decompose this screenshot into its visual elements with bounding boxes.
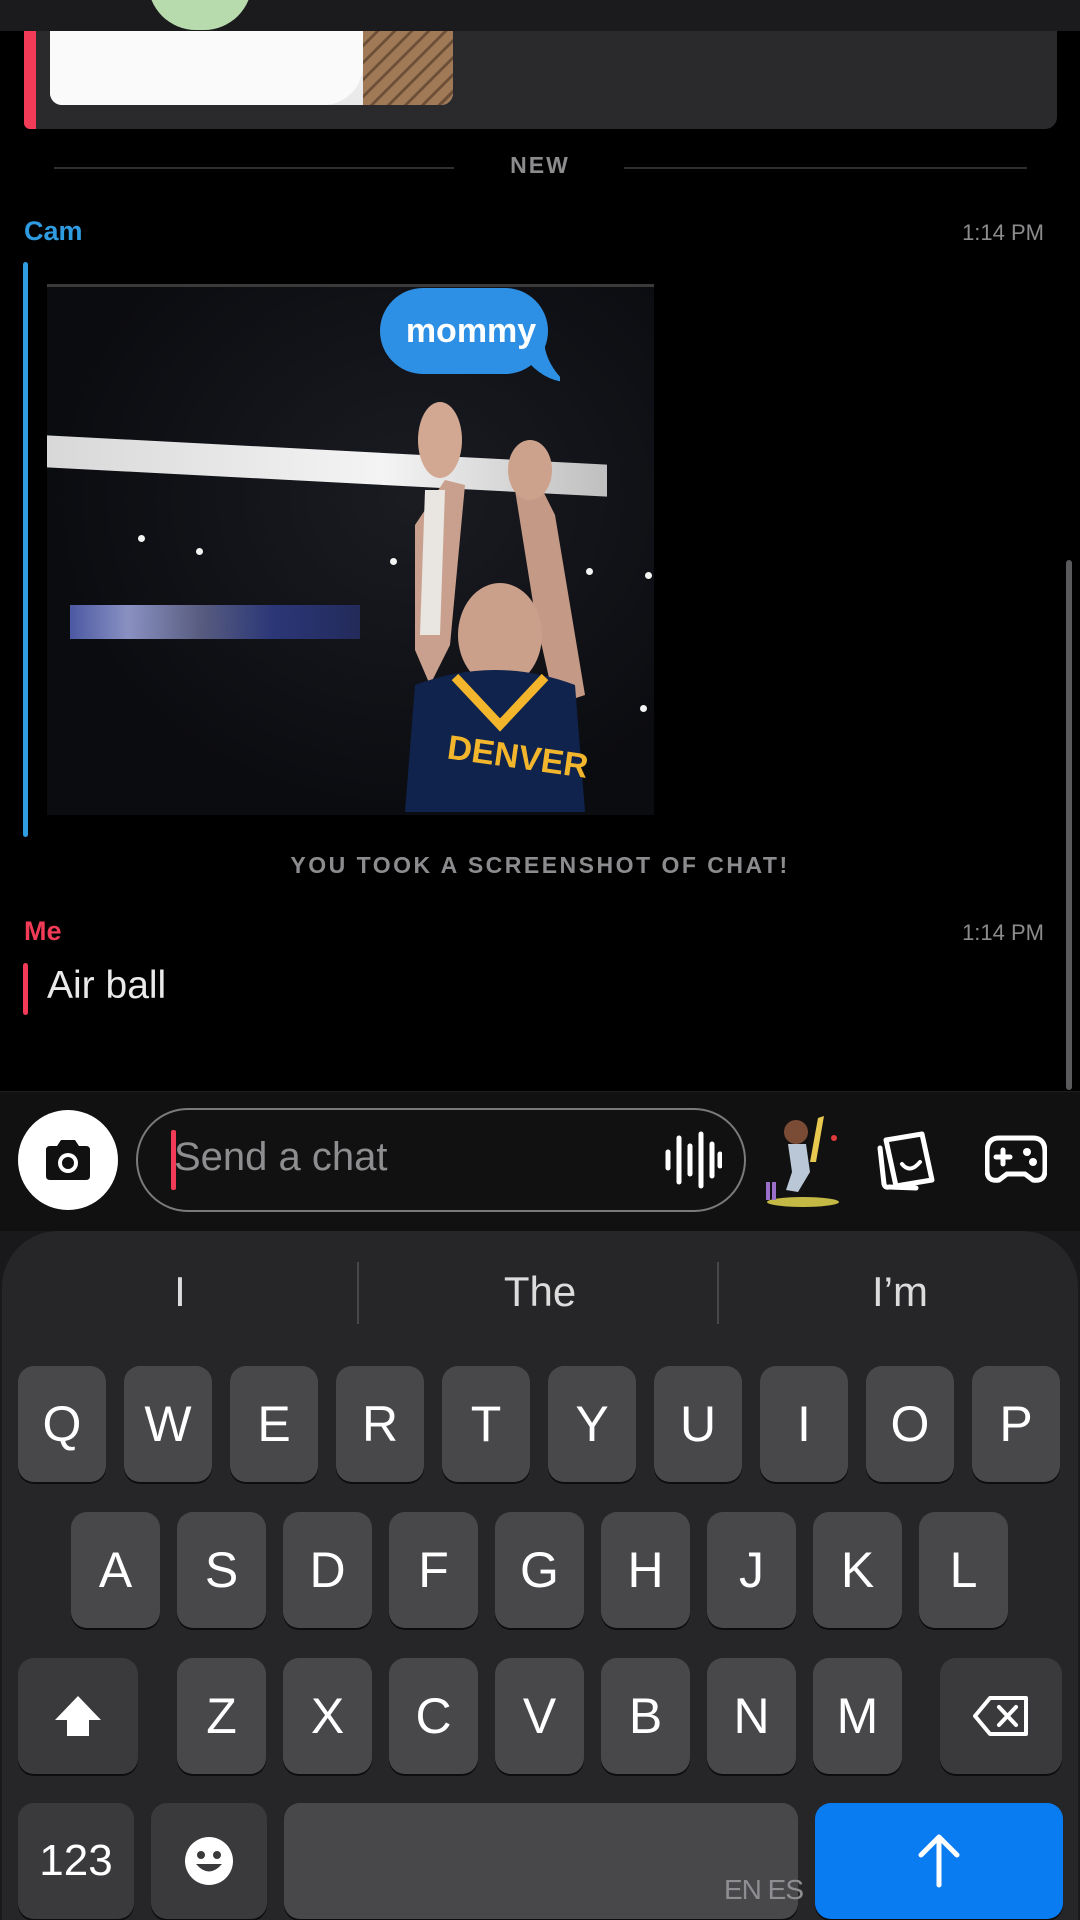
key-l[interactable]: L <box>919 1512 1008 1628</box>
suggestion-divider <box>717 1262 719 1324</box>
key-h[interactable]: H <box>601 1512 690 1628</box>
key-q[interactable]: Q <box>18 1366 106 1482</box>
screenshot-notice: YOU TOOK A SCREENSHOT OF CHAT! <box>290 852 790 878</box>
me-message-bar <box>23 963 28 1015</box>
key-z[interactable]: Z <box>177 1658 266 1774</box>
language-label: EN ES <box>724 1874 804 1905</box>
backspace-key[interactable] <box>940 1658 1062 1774</box>
bitmoji-avatar[interactable] <box>758 1112 844 1208</box>
new-divider-label: NEW <box>510 152 570 178</box>
emoji-icon <box>185 1837 233 1885</box>
space-bar[interactable] <box>284 1803 798 1919</box>
meme-arena-banner <box>70 605 360 639</box>
game-controller-icon[interactable] <box>985 1132 1047 1188</box>
arena-light <box>640 705 647 712</box>
message-time: 1:14 PM <box>962 920 1044 945</box>
cam-message-bar <box>23 262 28 837</box>
backspace-icon <box>973 1696 1028 1736</box>
key-m[interactable]: M <box>813 1658 902 1774</box>
key-s[interactable]: S <box>177 1512 266 1628</box>
suggestion-divider <box>357 1262 359 1324</box>
key-n[interactable]: N <box>707 1658 796 1774</box>
key-p[interactable]: P <box>972 1366 1060 1482</box>
camera-button[interactable] <box>18 1110 118 1210</box>
key-g[interactable]: G <box>495 1512 584 1628</box>
key-v[interactable]: V <box>495 1658 584 1774</box>
suggestion[interactable]: The <box>375 1268 705 1316</box>
key-r[interactable]: R <box>336 1366 424 1482</box>
voice-waveform-icon[interactable] <box>662 1130 722 1190</box>
shift-icon <box>55 1696 101 1736</box>
previous-message-bar <box>24 31 36 129</box>
key-x[interactable]: X <box>283 1658 372 1774</box>
key-y[interactable]: Y <box>548 1366 636 1482</box>
numbers-key[interactable]: 123 <box>18 1803 134 1919</box>
previous-snap-thumbnail[interactable] <box>50 31 453 105</box>
shift-key[interactable] <box>18 1658 138 1774</box>
chat-scrollbar[interactable] <box>1066 560 1072 1090</box>
key-k[interactable]: K <box>813 1512 902 1628</box>
arena-light <box>138 535 145 542</box>
chat-input-placeholder: Send a chat <box>174 1135 388 1179</box>
key-c[interactable]: C <box>389 1658 478 1774</box>
sender-name-me: Me <box>24 916 62 946</box>
emoji-key[interactable] <box>151 1803 267 1919</box>
arena-light <box>196 548 203 555</box>
basketball-player-figure: DENVER <box>405 402 591 812</box>
sticker-icon[interactable] <box>876 1130 940 1192</box>
key-e[interactable]: E <box>230 1366 318 1482</box>
key-w[interactable]: W <box>124 1366 212 1482</box>
meme-caption: mommy <box>405 312 537 350</box>
key-i[interactable]: I <box>760 1366 848 1482</box>
send-button[interactable] <box>815 1803 1063 1919</box>
key-b[interactable]: B <box>601 1658 690 1774</box>
key-d[interactable]: D <box>283 1512 372 1628</box>
key-u[interactable]: U <box>654 1366 742 1482</box>
key-f[interactable]: F <box>389 1512 478 1628</box>
message-time: 1:14 PM <box>962 220 1044 245</box>
arena-light <box>645 572 652 579</box>
key-a[interactable]: A <box>71 1512 160 1628</box>
suggestion[interactable]: I’m <box>735 1268 1065 1316</box>
message-text[interactable]: Air ball <box>47 964 166 1008</box>
camera-icon <box>46 1140 90 1180</box>
key-j[interactable]: J <box>707 1512 796 1628</box>
key-o[interactable]: O <box>866 1366 954 1482</box>
send-arrow-icon <box>918 1834 960 1888</box>
key-t[interactable]: T <box>442 1366 530 1482</box>
sender-name-cam: Cam <box>24 216 83 246</box>
suggestion[interactable]: I <box>15 1268 345 1316</box>
